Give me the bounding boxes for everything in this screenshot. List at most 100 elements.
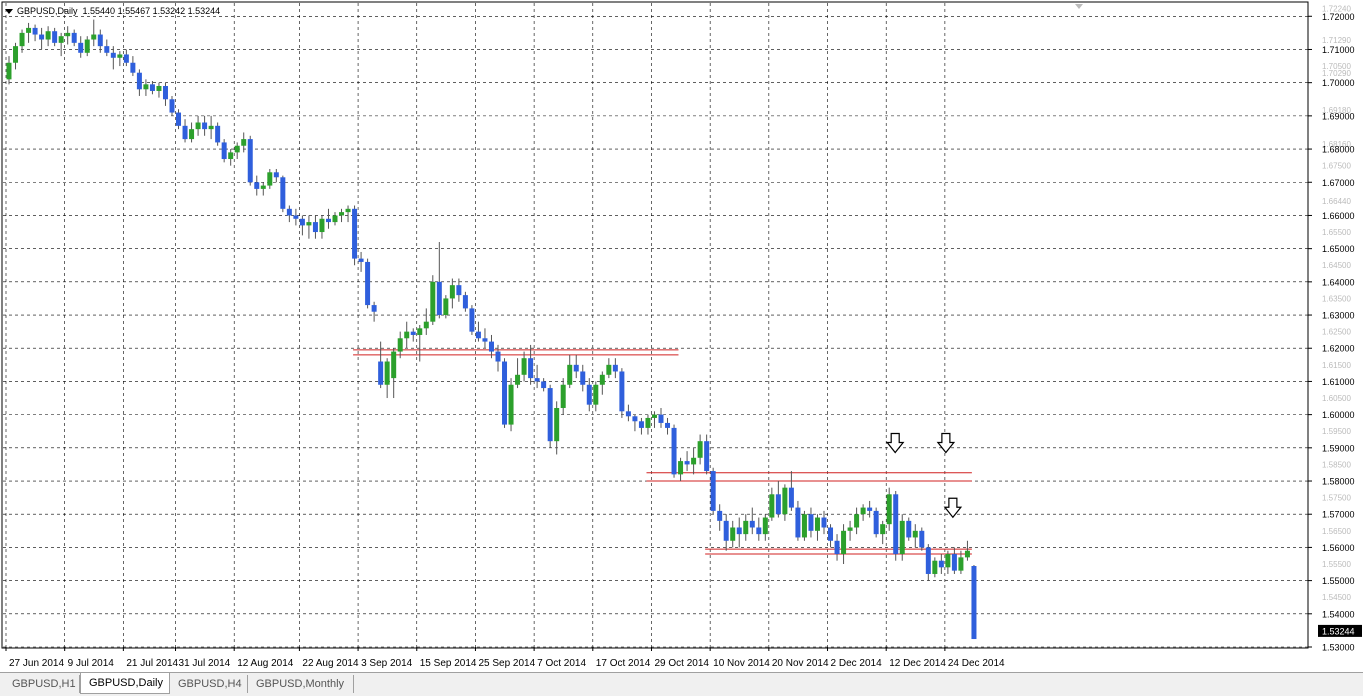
candle-body [469,308,475,332]
candle-body [176,112,182,126]
candle-body [971,566,977,640]
candle [710,467,716,515]
y-minor-tick-label: 1.70290 [1322,69,1351,78]
candle [508,378,514,432]
candle-body [645,417,651,428]
candle-body [567,364,573,385]
candle-body [404,331,410,339]
tab-gbpusd-daily[interactable]: GBPUSD,Daily [80,673,170,694]
symbol-label: GBPUSD,Daily [17,6,78,16]
candle-body [71,32,77,43]
candle-body [762,517,768,535]
y-minor-tick-label: 1.60500 [1322,394,1351,403]
candle [547,384,553,448]
candle-body [195,122,201,130]
y-minor-tick-label: 1.63500 [1322,294,1351,303]
y-tick-label: 1.61000 [1322,377,1355,387]
chart-area[interactable]: 1.72240 1.71290 1.70500 1.70290 1.69180 1.681… [0,0,1363,672]
y-minor-tick-label: 1.55500 [1322,560,1351,569]
candle-body [221,142,227,160]
candle [352,205,358,266]
tab-gbpusd-monthly[interactable]: GBPUSD,Monthly [248,675,354,693]
x-tick-label: 12 Aug 2014 [237,658,294,669]
candle-body [215,125,221,143]
x-tick-label: 24 Dec 2014 [948,658,1005,669]
candle-body [345,208,351,213]
candle-body [202,122,208,130]
y-tick-label: 1.71000 [1322,45,1355,55]
candlestick-chart: 1.722401.712901.705001.702901.691801.681… [1,1,1362,669]
candle-body [912,530,918,538]
candle-body [182,125,188,140]
candle-body [886,494,892,525]
candle-body [945,554,951,568]
x-tick-label: 21 Jul 2014 [126,658,178,669]
candle-body [91,34,97,40]
candle [971,565,977,640]
candle-body [769,494,775,518]
candle-body [456,285,462,296]
symbol-header: GBPUSD,Daily 1.55440 1.55467 1.53242 1.5… [5,6,220,16]
x-tick-label: 10 Nov 2014 [713,658,770,669]
candle-body [26,27,32,33]
y-tick-label: 1.60000 [1322,410,1355,420]
x-tick-label: 29 Oct 2014 [654,658,709,669]
candle-body [267,172,273,186]
candle-body [384,361,390,385]
candle-body [515,374,521,385]
candle-body [299,218,305,226]
candle-body [730,527,736,541]
ohlc-values: 1.55440 1.55467 1.53242 1.53244 [82,6,221,16]
y-tick-label: 1.67000 [1322,178,1355,188]
candle-body [893,494,899,555]
candle-body [554,407,560,442]
candle-body [475,331,481,339]
candle-body [710,471,716,511]
candle-body [749,520,755,528]
dropdown-triangle-icon[interactable] [5,9,13,15]
candle [365,258,371,309]
y-tick-label: 1.56000 [1322,543,1355,553]
candle-body [678,461,684,475]
candle-body [625,411,631,417]
x-tick-label: 7 Oct 2014 [537,658,586,669]
y-minor-tick-label: 1.58500 [1322,460,1351,469]
tab-gbpusd-h4[interactable]: GBPUSD,H4 [170,675,248,693]
candle-body [925,547,931,574]
candle-body [938,560,944,568]
candle-body [697,441,703,458]
candle-body [736,527,742,535]
y-tick-label: 1.62000 [1322,344,1355,354]
y-tick-label: 1.70000 [1322,78,1355,88]
y-minor-tick-label: 1.64500 [1322,261,1351,270]
candle-body [854,514,860,528]
y-tick-label: 1.53000 [1322,643,1355,653]
candle-body [951,554,957,571]
candle-body [378,361,384,385]
candle-body [808,514,814,531]
candle-body [286,208,292,216]
y-tick-label: 1.58000 [1322,477,1355,487]
candle-body [32,27,38,35]
y-minor-tick-label: 1.61500 [1322,361,1351,370]
candle-body [547,388,553,442]
y-tick-label: 1.68000 [1322,145,1355,155]
candle-body [410,331,416,335]
candle [919,527,925,551]
candle-body [756,527,762,535]
candle-body [162,85,168,100]
candle-body [228,152,234,160]
y-minor-tick-label: 1.67500 [1322,162,1351,171]
candle-body [117,54,123,58]
tab-gbpusd-h1[interactable]: GBPUSD,H1 [4,675,80,693]
candle-body [541,381,547,389]
y-tick-label: 1.54000 [1322,609,1355,619]
candle-body [365,261,371,306]
candle-body [860,507,866,515]
candle-body [502,361,508,425]
candle-body [658,414,664,423]
candle-body [919,530,925,548]
y-minor-tick-label: 1.54500 [1322,593,1351,602]
candle-body [391,351,397,379]
x-tick-label: 20 Nov 2014 [772,658,829,669]
